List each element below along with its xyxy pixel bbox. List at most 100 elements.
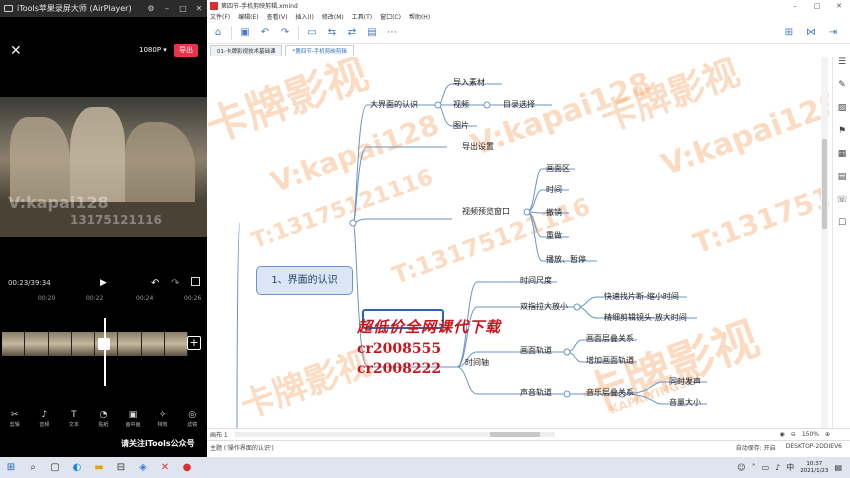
zoom-out-icon[interactable]: ⊖: [791, 431, 796, 438]
central-topic[interactable]: 1、界面的认识: [256, 266, 353, 295]
sticker-icon[interactable]: ▦: [833, 149, 850, 159]
menu-tools[interactable]: 工具(T): [352, 12, 372, 21]
menu-window[interactable]: 窗口(C): [380, 12, 401, 21]
network-icon[interactable]: ▭: [762, 463, 770, 472]
horizontal-scrollbar[interactable]: [235, 432, 555, 437]
close-icon[interactable]: ✕: [10, 44, 22, 58]
undo-icon[interactable]: ↶: [258, 26, 272, 40]
file-explorer-icon[interactable]: ▬: [88, 457, 110, 478]
more-icon[interactable]: ⋯: [385, 26, 399, 40]
redo-icon[interactable]: ↷: [278, 26, 292, 40]
clock[interactable]: 10:37 2021/1/23: [800, 461, 828, 475]
zoom-level[interactable]: 150%: [802, 431, 819, 438]
topic-fine-edit[interactable]: 精细剪辑镜头-放大时间: [604, 312, 687, 323]
store-icon[interactable]: ⊟: [110, 457, 132, 478]
topic-audio-track[interactable]: 声音轨道: [520, 387, 552, 398]
minimize-icon[interactable]: –: [784, 2, 806, 10]
relationship-icon[interactable]: ⇄: [345, 26, 359, 40]
topic-play-pause[interactable]: 播放、暂停: [546, 254, 586, 265]
menu-modify[interactable]: 修改(M): [322, 12, 344, 21]
topic-preview-window[interactable]: 视频预览窗口: [462, 206, 510, 217]
menu-file[interactable]: 文件(F): [210, 12, 230, 21]
edge-icon[interactable]: ◐: [66, 457, 88, 478]
menu-edit[interactable]: 编辑(E): [238, 12, 258, 21]
topic-folder-select[interactable]: 目录选择: [503, 99, 535, 110]
tab-section4[interactable]: *第四节-手机剪映剪辑: [285, 45, 354, 56]
recorder-icon[interactable]: ●: [176, 457, 198, 478]
close-window-icon[interactable]: ✕: [191, 4, 207, 13]
comment-icon[interactable]: ☏: [833, 195, 850, 205]
topic-export-settings[interactable]: 导出设置: [462, 141, 494, 152]
vertical-scrollbar[interactable]: [821, 57, 828, 428]
people-icon[interactable]: ☺: [737, 463, 745, 472]
tool-cut[interactable]: ✂ 剪辑: [4, 410, 26, 432]
mindmap-canvas[interactable]: 卡牌影视 V:kapai128 T:13175121116 V:kapai128…: [207, 57, 829, 428]
tool-effects[interactable]: ✧ 特效: [152, 410, 174, 432]
settings-icon[interactable]: ⚙: [143, 4, 159, 13]
close-window-icon[interactable]: ✕: [828, 2, 850, 10]
format-icon[interactable]: ⊞: [782, 26, 796, 40]
format-brush-icon[interactable]: ✎: [833, 80, 850, 90]
tool-pip[interactable]: ▣ 画中画: [122, 410, 144, 432]
eye-icon[interactable]: ◉: [780, 431, 785, 438]
topic-time-scale[interactable]: 时间尺度: [520, 275, 552, 286]
clip-track[interactable]: [2, 332, 188, 356]
home-icon[interactable]: ⌂: [211, 26, 225, 40]
tool-audio[interactable]: ♪ 音频: [33, 410, 55, 432]
sheet-label[interactable]: 画布 1: [210, 430, 228, 439]
topic-import[interactable]: 导入素材: [453, 77, 485, 88]
task-icon[interactable]: ☐: [833, 218, 850, 228]
share-icon[interactable]: ⋈: [804, 26, 818, 40]
topic-icon[interactable]: ▭: [305, 26, 319, 40]
search-icon[interactable]: ⌕: [22, 457, 44, 478]
topic-video-track[interactable]: 画面轨道: [520, 345, 552, 356]
export-icon[interactable]: ⇥: [826, 26, 840, 40]
marker-icon[interactable]: ⚑: [833, 126, 850, 136]
menu-insert[interactable]: 插入(I): [295, 12, 313, 21]
topic-image[interactable]: 图片: [453, 120, 469, 131]
topic-quick-find[interactable]: 快速找片断-缩小时间: [604, 291, 679, 302]
topic-music-layers[interactable]: 音乐层叠关系: [586, 387, 634, 398]
tool-text[interactable]: T 文本: [63, 410, 85, 432]
subtopic-icon[interactable]: ⇆: [325, 26, 339, 40]
save-icon[interactable]: ▣: [238, 26, 252, 40]
notification-icon[interactable]: ▤: [834, 463, 842, 472]
zoom-in-icon[interactable]: ⊕: [825, 431, 830, 438]
topic-layer-order[interactable]: 画面层叠关系: [586, 333, 634, 344]
tab-basics[interactable]: 01-卡牌影视技术基础课: [210, 45, 283, 56]
topic-redo[interactable]: 重做: [546, 230, 562, 241]
start-icon[interactable]: ⊞: [0, 457, 22, 478]
redo-icon[interactable]: ↷: [171, 278, 179, 289]
export-button[interactable]: 导出: [174, 44, 198, 57]
maximize-icon[interactable]: □: [806, 2, 828, 10]
topic-add-track[interactable]: 增加画面轨道: [586, 355, 634, 366]
topic-simultaneous[interactable]: 同时发声: [669, 376, 701, 387]
tool-filter[interactable]: ◎ 滤镜: [181, 410, 203, 432]
itools-icon[interactable]: ◈: [132, 457, 154, 478]
resolution-select[interactable]: 1080P ▾: [139, 46, 167, 54]
playhead[interactable]: [104, 318, 106, 386]
topic-video[interactable]: 视频: [453, 99, 469, 110]
clip-handle[interactable]: [98, 338, 110, 350]
menu-help[interactable]: 帮助(H): [409, 12, 430, 21]
add-clip-button[interactable]: +: [187, 336, 201, 350]
maximize-icon[interactable]: □: [175, 4, 191, 13]
chevron-up-icon[interactable]: ˄: [752, 463, 756, 472]
menu-view[interactable]: 查看(V): [267, 12, 288, 21]
input-method-label[interactable]: 中: [786, 462, 794, 473]
topic-time[interactable]: 时间: [546, 184, 562, 195]
topic-pinch-zoom[interactable]: 双指拉大放小: [520, 301, 568, 312]
volume-icon[interactable]: ♪: [775, 463, 780, 472]
task-view-icon[interactable]: ▢: [44, 457, 66, 478]
autosave-status[interactable]: 自动保存: 开启: [736, 443, 776, 452]
fullscreen-icon[interactable]: [191, 277, 200, 286]
topic-volume[interactable]: 音量大小: [669, 397, 701, 408]
boundary-icon[interactable]: ▤: [365, 26, 379, 40]
play-icon[interactable]: ▶: [100, 278, 107, 288]
image-icon[interactable]: ▨: [833, 103, 850, 113]
tool-sticker[interactable]: ◔ 贴纸: [92, 410, 114, 432]
minimize-icon[interactable]: –: [159, 4, 175, 13]
topic-ui-overview[interactable]: 大界面的认识: [370, 99, 418, 110]
topic-undo[interactable]: 撤销: [546, 207, 562, 218]
note-icon[interactable]: ▤: [833, 172, 850, 182]
